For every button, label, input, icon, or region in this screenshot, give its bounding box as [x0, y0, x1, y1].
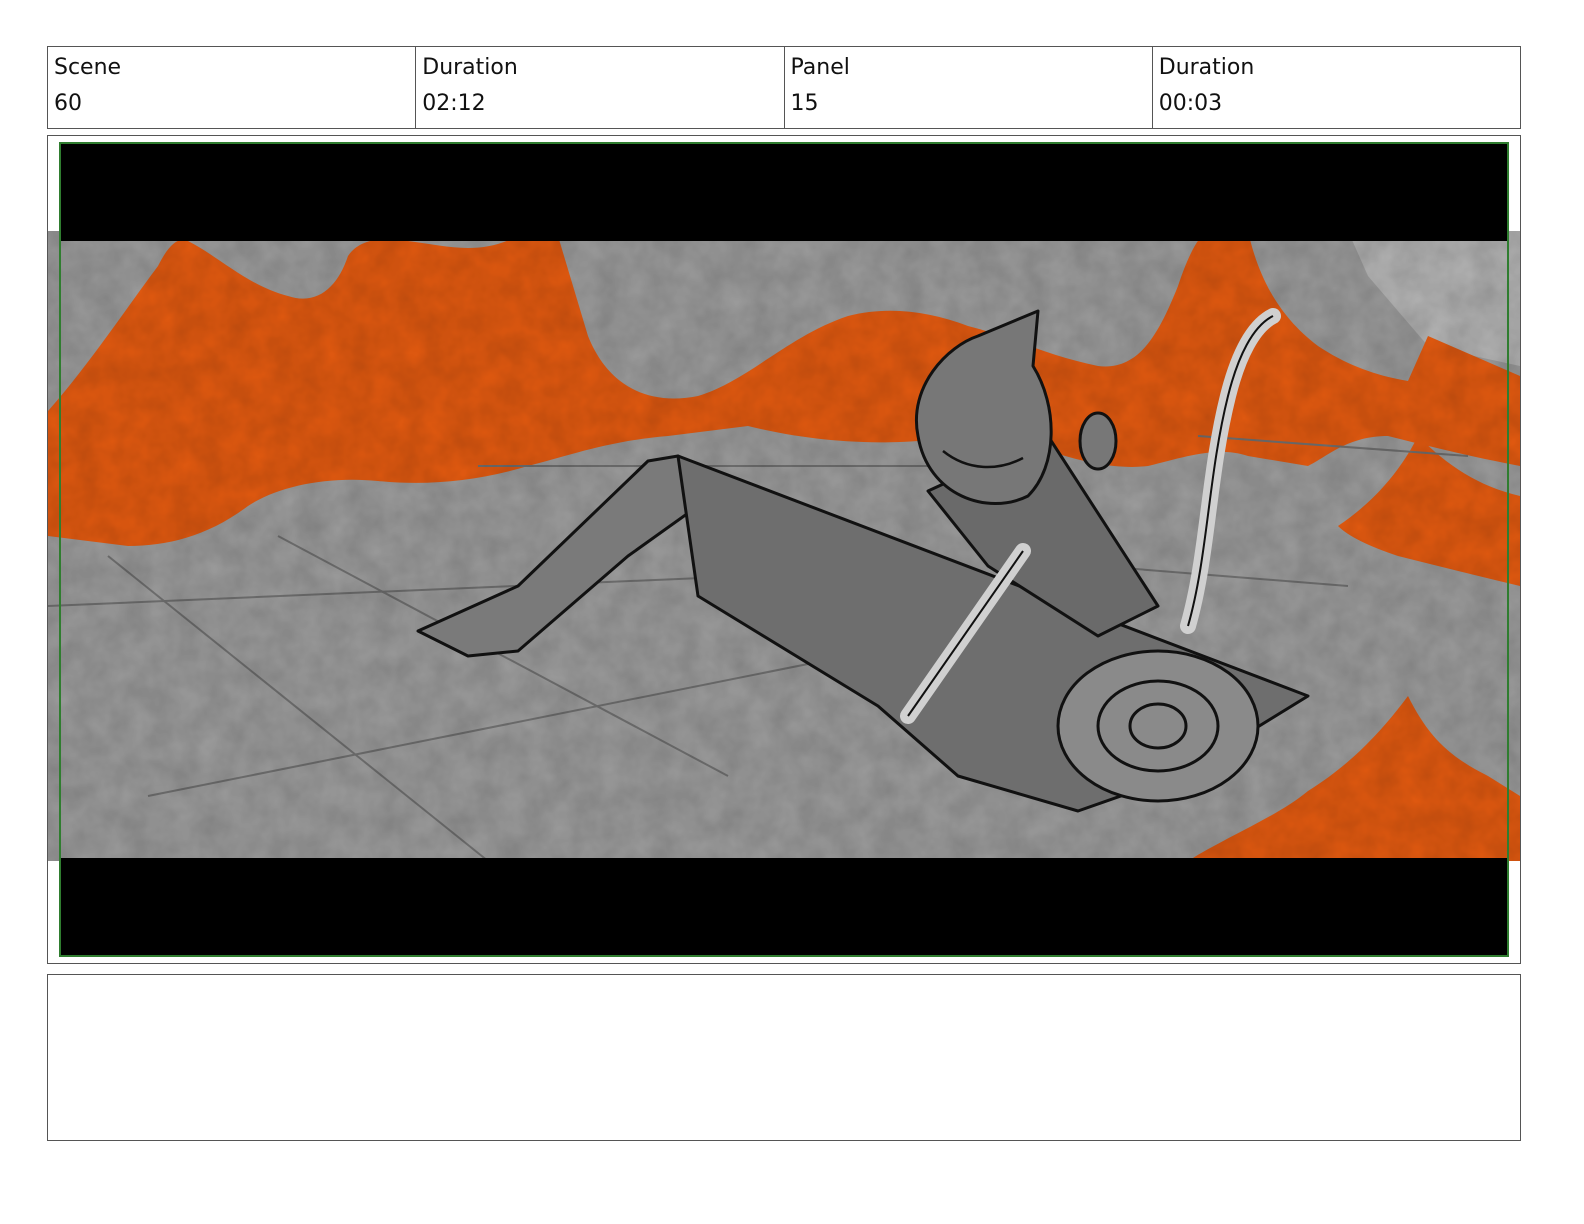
panel-duration-value: 00:03 — [1158, 91, 1223, 116]
letterbox-bottom — [60, 858, 1508, 956]
scene-cell: Scene 60 — [48, 47, 417, 128]
letterbox-top — [60, 143, 1508, 241]
scene-duration-label: Duration — [422, 55, 518, 80]
scene-label: Scene — [54, 55, 122, 80]
monkey-ear — [1078, 411, 1118, 471]
panel-duration-label: Duration — [1158, 55, 1255, 80]
panel-notes — [47, 974, 1521, 1141]
scene-duration-value: 02:12 — [422, 91, 486, 116]
panel-label: Panel — [790, 55, 850, 80]
panel-duration-cell: Duration 00:03 — [1153, 47, 1520, 128]
storyboard-frame — [47, 135, 1521, 964]
scene-value: 60 — [54, 91, 82, 116]
panel-cell: Panel 15 — [785, 47, 1153, 128]
panel-header: Scene 60 Duration 02:12 Panel 15 Duratio… — [47, 46, 1521, 129]
storyboard-drawing — [48, 142, 1520, 957]
panel-value: 15 — [790, 91, 819, 116]
scene-duration-cell: Duration 02:12 — [416, 47, 785, 128]
log-end — [1056, 649, 1260, 803]
